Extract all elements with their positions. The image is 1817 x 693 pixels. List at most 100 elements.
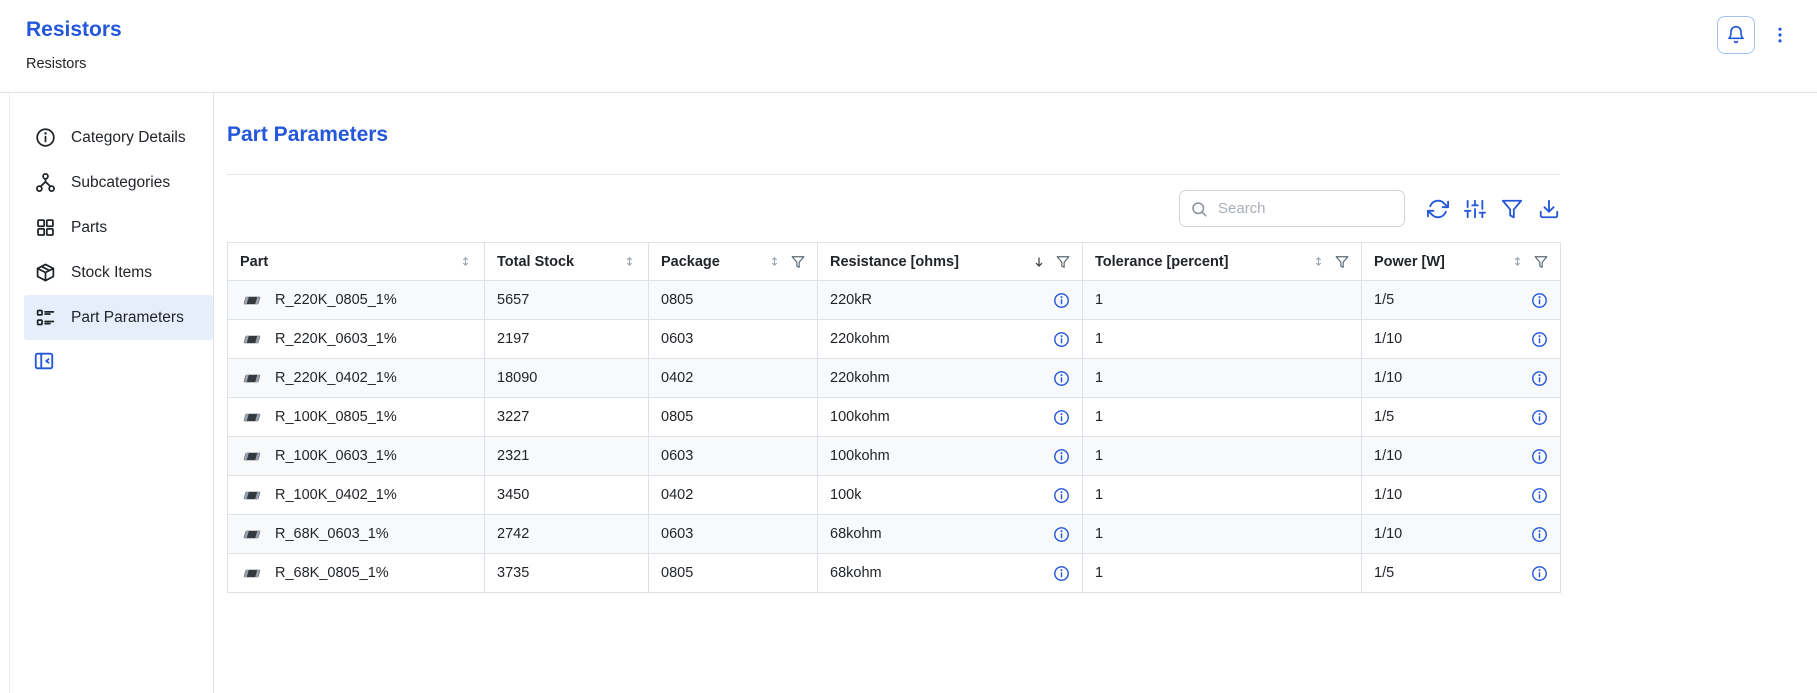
- info-icon[interactable]: [1531, 370, 1548, 387]
- part-name: R_68K_0805_1%: [275, 565, 389, 581]
- info-icon[interactable]: [1531, 526, 1548, 543]
- info-icon[interactable]: [1531, 565, 1548, 582]
- sort-desc-icon[interactable]: [1032, 255, 1046, 269]
- part-thumbnail-icon: [240, 567, 264, 580]
- tolerance-cell: 1: [1083, 515, 1362, 554]
- notifications-button[interactable]: [1717, 16, 1755, 54]
- grid-icon: [35, 217, 56, 238]
- sidebar-item-category-details[interactable]: Category Details: [24, 115, 213, 160]
- column-label: Package: [661, 254, 720, 270]
- table-row[interactable]: R_100K_0805_1%32270805100kohm11/5: [228, 398, 1561, 437]
- column-label: Resistance [ohms]: [830, 254, 959, 270]
- part-cell[interactable]: R_100K_0603_1%: [228, 437, 485, 476]
- power-cell: 1/5: [1362, 281, 1561, 320]
- resistance-value: 100kohm: [830, 448, 890, 464]
- kebab-menu-icon: [1770, 25, 1790, 45]
- column-filter-icon[interactable]: [1335, 255, 1349, 269]
- power-value: 1/10: [1374, 370, 1402, 386]
- column-header-power-w[interactable]: Power [W]: [1362, 243, 1561, 281]
- sort-icon[interactable]: [1312, 255, 1325, 268]
- column-header-resistance-ohms[interactable]: Resistance [ohms]: [818, 243, 1083, 281]
- sidebar-item-part-parameters[interactable]: Part Parameters: [24, 295, 213, 340]
- breadcrumb[interactable]: Resistors: [26, 56, 122, 72]
- table-row[interactable]: R_220K_0603_1%21970603220kohm11/10: [228, 320, 1561, 359]
- column-header-total-stock[interactable]: Total Stock: [485, 243, 649, 281]
- sidebar-item-label: Stock Items: [71, 264, 152, 282]
- filter-funnel-icon: [1501, 198, 1523, 220]
- sidebar-item-subcategories[interactable]: Subcategories: [24, 160, 213, 205]
- download-button[interactable]: [1538, 198, 1560, 220]
- part-cell[interactable]: R_100K_0402_1%: [228, 476, 485, 515]
- power-value: 1/10: [1374, 331, 1402, 347]
- tolerance-cell: 1: [1083, 476, 1362, 515]
- page-header: Resistors Resistors: [0, 0, 1817, 93]
- info-icon[interactable]: [1053, 526, 1070, 543]
- package-cell: 0805: [649, 398, 818, 437]
- part-cell[interactable]: R_220K_0805_1%: [228, 281, 485, 320]
- info-icon[interactable]: [1053, 370, 1070, 387]
- part-cell[interactable]: R_68K_0603_1%: [228, 515, 485, 554]
- power-value: 1/5: [1374, 409, 1394, 425]
- info-icon[interactable]: [1053, 565, 1070, 582]
- resistance-value: 68kohm: [830, 526, 882, 542]
- table-row[interactable]: R_100K_0402_1%34500402100k11/10: [228, 476, 1561, 515]
- column-header-package[interactable]: Package: [649, 243, 818, 281]
- info-icon[interactable]: [1053, 331, 1070, 348]
- search-input[interactable]: [1216, 199, 1394, 218]
- info-icon[interactable]: [1531, 292, 1548, 309]
- table-row[interactable]: R_220K_0402_1%180900402220kohm11/10: [228, 359, 1561, 398]
- sidebar-item-parts[interactable]: Parts: [24, 205, 213, 250]
- sort-icon[interactable]: [1511, 255, 1524, 268]
- sort-icon[interactable]: [768, 255, 781, 268]
- download-icon: [1538, 198, 1560, 220]
- total-stock-cell: 3735: [485, 554, 649, 593]
- part-cell[interactable]: R_220K_0402_1%: [228, 359, 485, 398]
- part-name: R_220K_0402_1%: [275, 370, 397, 386]
- column-filter-icon[interactable]: [1056, 255, 1070, 269]
- sidebar-item-label: Category Details: [71, 129, 186, 147]
- total-stock-cell: 18090: [485, 359, 649, 398]
- sort-icon[interactable]: [459, 255, 472, 268]
- column-label: Tolerance [percent]: [1095, 254, 1229, 270]
- column-settings-button[interactable]: [1464, 198, 1486, 220]
- info-icon[interactable]: [1053, 292, 1070, 309]
- column-header-tolerance-percent[interactable]: Tolerance [percent]: [1083, 243, 1362, 281]
- main-panel: Part Parameters: [214, 93, 1817, 693]
- info-icon[interactable]: [1053, 487, 1070, 504]
- overflow-menu-button[interactable]: [1769, 16, 1791, 54]
- info-icon[interactable]: [1053, 409, 1070, 426]
- resistance-value: 100kohm: [830, 409, 890, 425]
- column-header-part[interactable]: Part: [228, 243, 485, 281]
- sidebar-item-stock-items[interactable]: Stock Items: [24, 250, 213, 295]
- part-thumbnail-icon: [240, 528, 264, 541]
- part-cell[interactable]: R_100K_0805_1%: [228, 398, 485, 437]
- part-cell[interactable]: R_68K_0805_1%: [228, 554, 485, 593]
- refresh-button[interactable]: [1427, 198, 1449, 220]
- table-row[interactable]: R_68K_0603_1%2742060368kohm11/10: [228, 515, 1561, 554]
- part-name: R_100K_0402_1%: [275, 487, 397, 503]
- sidebar-item-label: Subcategories: [71, 174, 170, 192]
- sort-icon[interactable]: [623, 255, 636, 268]
- info-icon[interactable]: [1531, 409, 1548, 426]
- package-cell: 0805: [649, 281, 818, 320]
- table-row[interactable]: R_68K_0805_1%3735080568kohm11/5: [228, 554, 1561, 593]
- tolerance-cell: 1: [1083, 554, 1362, 593]
- filter-button[interactable]: [1501, 198, 1523, 220]
- resistance-value: 68kohm: [830, 565, 882, 581]
- info-icon[interactable]: [1053, 448, 1070, 465]
- info-icon[interactable]: [1531, 487, 1548, 504]
- table-row[interactable]: R_220K_0805_1%56570805220kR11/5: [228, 281, 1561, 320]
- column-filter-icon[interactable]: [791, 255, 805, 269]
- sidebar: Category Details Subcategories Parts Stock …: [9, 93, 214, 693]
- column-label: Power [W]: [1374, 254, 1445, 270]
- part-thumbnail-icon: [240, 372, 264, 385]
- part-cell[interactable]: R_220K_0603_1%: [228, 320, 485, 359]
- table-toolbar: [227, 190, 1560, 227]
- part-name: R_100K_0805_1%: [275, 409, 397, 425]
- info-icon[interactable]: [1531, 331, 1548, 348]
- column-filter-icon[interactable]: [1534, 255, 1548, 269]
- collapse-sidebar-button[interactable]: [33, 350, 55, 372]
- table-row[interactable]: R_100K_0603_1%23210603100kohm11/10: [228, 437, 1561, 476]
- info-icon[interactable]: [1531, 448, 1548, 465]
- power-cell: 1/10: [1362, 437, 1561, 476]
